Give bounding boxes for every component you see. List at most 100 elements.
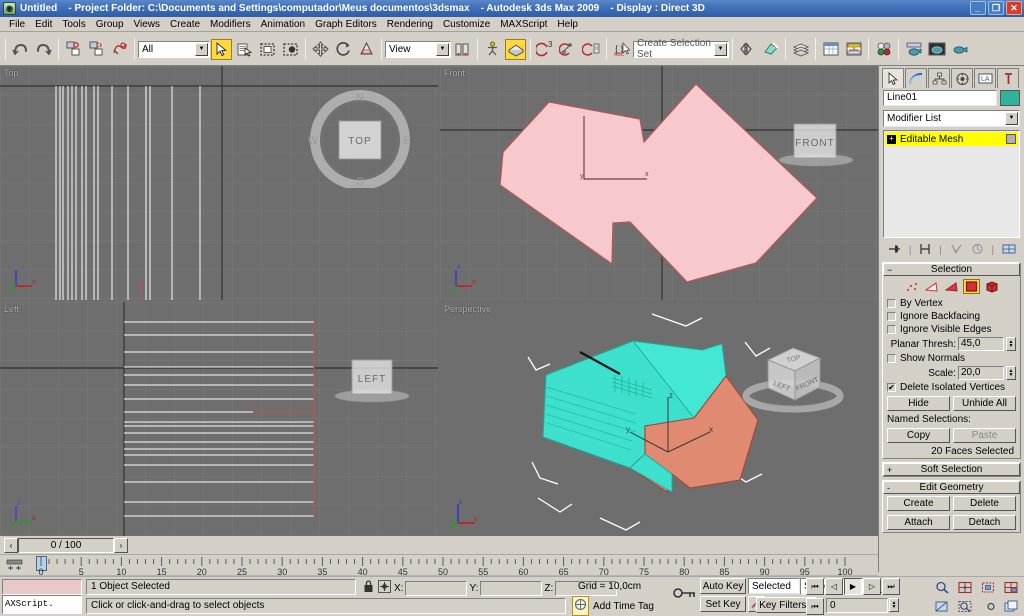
maxscript-mini-listener[interactable]: AXScript. — [2, 579, 82, 615]
menu-item-edit[interactable]: Edit — [30, 18, 57, 31]
motion-tab[interactable] — [951, 68, 973, 88]
play-animation-button[interactable]: ▶ — [844, 578, 862, 595]
scale-spinner[interactable]: ▲ ▼ — [1006, 366, 1016, 380]
viewport-front[interactable]: y x Front FRONT z x — [440, 66, 878, 300]
chevron-down-icon[interactable]: ▼ — [714, 42, 727, 56]
planar-thresh-spinner[interactable]: ▲ ▼ — [1006, 337, 1016, 351]
chevron-down-icon[interactable]: ▼ — [195, 42, 208, 56]
show-end-result-icon[interactable] — [919, 243, 931, 258]
key-mode-toggle-button[interactable]: ⏮ — [806, 598, 824, 615]
maximize-viewport-toggle-icon[interactable] — [999, 597, 1022, 616]
next-frame-button[interactable]: ▷ — [863, 578, 881, 595]
ignore-visible-edges-checkbox[interactable] — [887, 325, 896, 334]
window-crossing-icon[interactable] — [280, 38, 301, 60]
select-and-manipulate-icon[interactable] — [482, 38, 503, 60]
zoom-icon[interactable] — [930, 578, 953, 597]
named-selection-sets-icon[interactable]: {} ABC — [611, 38, 632, 60]
menu-item-group[interactable]: Group — [91, 18, 129, 31]
hide-button[interactable]: Hide — [887, 396, 950, 411]
track-bar[interactable]: 0 5 10 15 20 25 30 35 40 45 50 55 60 65 70 75 80 85 90 95 10… — [0, 554, 878, 577]
material-editor-icon[interactable] — [873, 38, 894, 60]
create-button[interactable]: Create — [887, 496, 950, 511]
vertex-sub-object-icon[interactable] — [903, 279, 920, 294]
spinner-snap-toggle-icon[interactable] — [581, 38, 602, 60]
delete-isolated-vertices-checkbox[interactable]: ✔ — [887, 383, 896, 392]
zoom-extents-all-icon[interactable] — [999, 578, 1022, 597]
coord-x-input[interactable] — [405, 580, 468, 596]
animation-mode-combo[interactable]: Selected — [748, 578, 800, 594]
maxscript-input-field[interactable] — [2, 579, 82, 595]
viewcube-top[interactable]: N E S W TOP — [300, 88, 420, 191]
angle-snap-toggle-icon[interactable]: 3 — [535, 38, 556, 60]
current-frame-spinner[interactable]: ▲ ▼ — [889, 598, 899, 612]
modifier-toggle-icon[interactable] — [1006, 134, 1016, 144]
chevron-down-icon[interactable]: ▼ — [436, 42, 449, 56]
add-time-tag-area[interactable]: Add Time Tag — [572, 596, 654, 616]
detach-button[interactable]: Detach — [953, 515, 1016, 530]
schematic-view-icon[interactable] — [843, 38, 864, 60]
expand-plus-icon[interactable]: + — [887, 465, 892, 475]
named-selection-set-combo[interactable]: Create Selection Set ▼ — [633, 38, 729, 60]
bind-to-space-warp-icon[interactable] — [109, 38, 130, 60]
add-time-tag-label[interactable]: Add Time Tag — [593, 601, 654, 612]
expand-plus-icon[interactable]: + — [887, 134, 896, 144]
zoom-region-icon[interactable] — [953, 597, 976, 616]
absolute-relative-transform-icon[interactable] — [377, 579, 392, 597]
copy-button[interactable]: Copy — [887, 428, 950, 443]
menu-item-customize[interactable]: Customize — [438, 18, 495, 31]
element-sub-object-icon[interactable] — [983, 279, 1000, 294]
ignore-backfacing-row[interactable]: Ignore Backfacing — [883, 310, 1020, 323]
select-by-name-icon[interactable] — [234, 38, 255, 60]
minimize-button[interactable]: _ — [970, 1, 986, 15]
percent-snap-toggle-icon[interactable] — [558, 38, 579, 60]
quick-render-icon[interactable] — [949, 38, 970, 60]
menu-item-modifiers[interactable]: Modifiers — [205, 18, 256, 31]
snaps-toggle-icon[interactable] — [505, 38, 526, 60]
by-vertex-row[interactable]: By Vertex — [883, 297, 1020, 310]
pan-view-icon[interactable] — [976, 597, 999, 616]
make-unique-icon[interactable] — [950, 243, 963, 258]
previous-frame-button[interactable]: ◁ — [825, 578, 843, 595]
go-to-start-button[interactable]: ⏮ — [806, 578, 824, 595]
show-normals-checkbox[interactable] — [887, 354, 896, 363]
show-normals-row[interactable]: Show Normals — [883, 352, 1020, 365]
viewport-perspective[interactable]: z y x Perspective TOP LEFT FRONT z x y — [440, 302, 878, 536]
viewport-top[interactable]: y x Top N E S W TOP — [0, 66, 438, 300]
mirror-icon[interactable] — [737, 38, 758, 60]
display-tab[interactable]: LA — [974, 68, 996, 88]
viewport-left[interactable]: y x Left LEFT z x — [0, 302, 438, 536]
curve-editor-icon[interactable] — [820, 38, 841, 60]
layer-manager-icon[interactable] — [790, 38, 811, 60]
pin-stack-icon[interactable] — [887, 243, 901, 258]
coord-y-input[interactable] — [480, 580, 543, 596]
rectangular-selection-region-icon[interactable] — [257, 38, 278, 60]
rendered-frame-window-icon[interactable] — [926, 38, 947, 60]
ignore-visible-edges-row[interactable]: Ignore Visible Edges — [883, 323, 1020, 336]
utilities-tab[interactable] — [997, 68, 1019, 88]
face-sub-object-icon[interactable] — [943, 279, 960, 294]
zoom-extents-icon[interactable] — [976, 578, 999, 597]
use-pivot-point-center-icon[interactable] — [452, 38, 473, 60]
unhide-all-button[interactable]: Unhide All — [953, 396, 1016, 411]
padlock-icon[interactable] — [362, 579, 375, 597]
maxscript-output-field[interactable]: AXScript. — [2, 595, 82, 614]
restore-button[interactable]: ❐ — [988, 1, 1004, 15]
coord-x[interactable]: X: — [394, 580, 468, 596]
auto-key-button[interactable]: Auto Key — [700, 578, 746, 594]
coord-y[interactable]: Y: — [469, 580, 543, 596]
collapse-minus-icon[interactable]: - — [887, 483, 890, 493]
time-tag-icon[interactable] — [572, 596, 589, 616]
selection-filter-combo[interactable]: All ▼ — [138, 40, 210, 58]
field-of-view-icon[interactable] — [930, 597, 953, 616]
undo-icon[interactable] — [10, 38, 31, 60]
align-icon[interactable] — [760, 38, 781, 60]
time-slider-next-button[interactable]: › — [114, 537, 128, 553]
ignore-backfacing-checkbox[interactable] — [887, 312, 896, 321]
select-object-icon[interactable] — [211, 38, 232, 60]
render-setup-icon[interactable] — [903, 38, 924, 60]
edit-geometry-rollout-header[interactable]: - Edit Geometry — [883, 481, 1020, 494]
scale-input[interactable]: 20,0 — [958, 366, 1004, 380]
chevron-down-icon[interactable]: ▼ — [1005, 112, 1018, 125]
select-and-rotate-icon[interactable] — [333, 38, 354, 60]
redo-icon[interactable] — [33, 38, 54, 60]
